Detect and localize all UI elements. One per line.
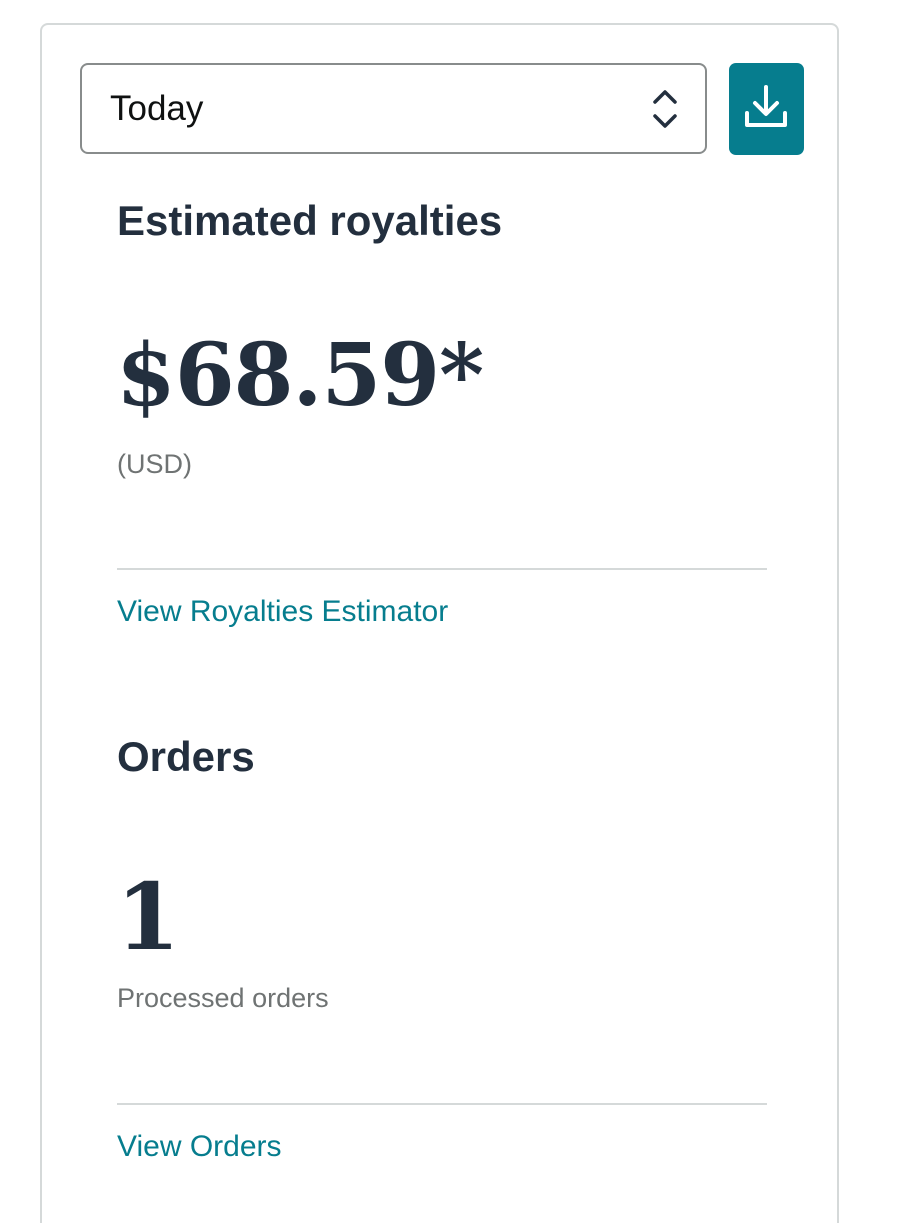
royalties-amount: $68.59* xyxy=(116,325,484,426)
download-icon xyxy=(745,85,787,127)
divider xyxy=(117,1103,767,1105)
royalties-panel: Today Estimated royalties $68.59* (USD) … xyxy=(40,23,839,1223)
download-button[interactable] xyxy=(729,63,804,155)
view-royalties-estimator-link[interactable]: View Royalties Estimator xyxy=(117,595,448,629)
view-orders-link[interactable]: View Orders xyxy=(117,1130,282,1164)
chevron-up-down-icon xyxy=(653,90,677,128)
divider xyxy=(117,568,767,570)
period-select[interactable]: Today xyxy=(80,63,707,154)
orders-count: 1 xyxy=(116,863,180,971)
royalties-title: Estimated royalties xyxy=(117,197,503,244)
orders-title: Orders xyxy=(117,733,255,780)
period-select-value: Today xyxy=(110,89,204,128)
processed-orders-label: Processed orders xyxy=(117,983,329,1013)
currency-label: (USD) xyxy=(117,449,192,479)
